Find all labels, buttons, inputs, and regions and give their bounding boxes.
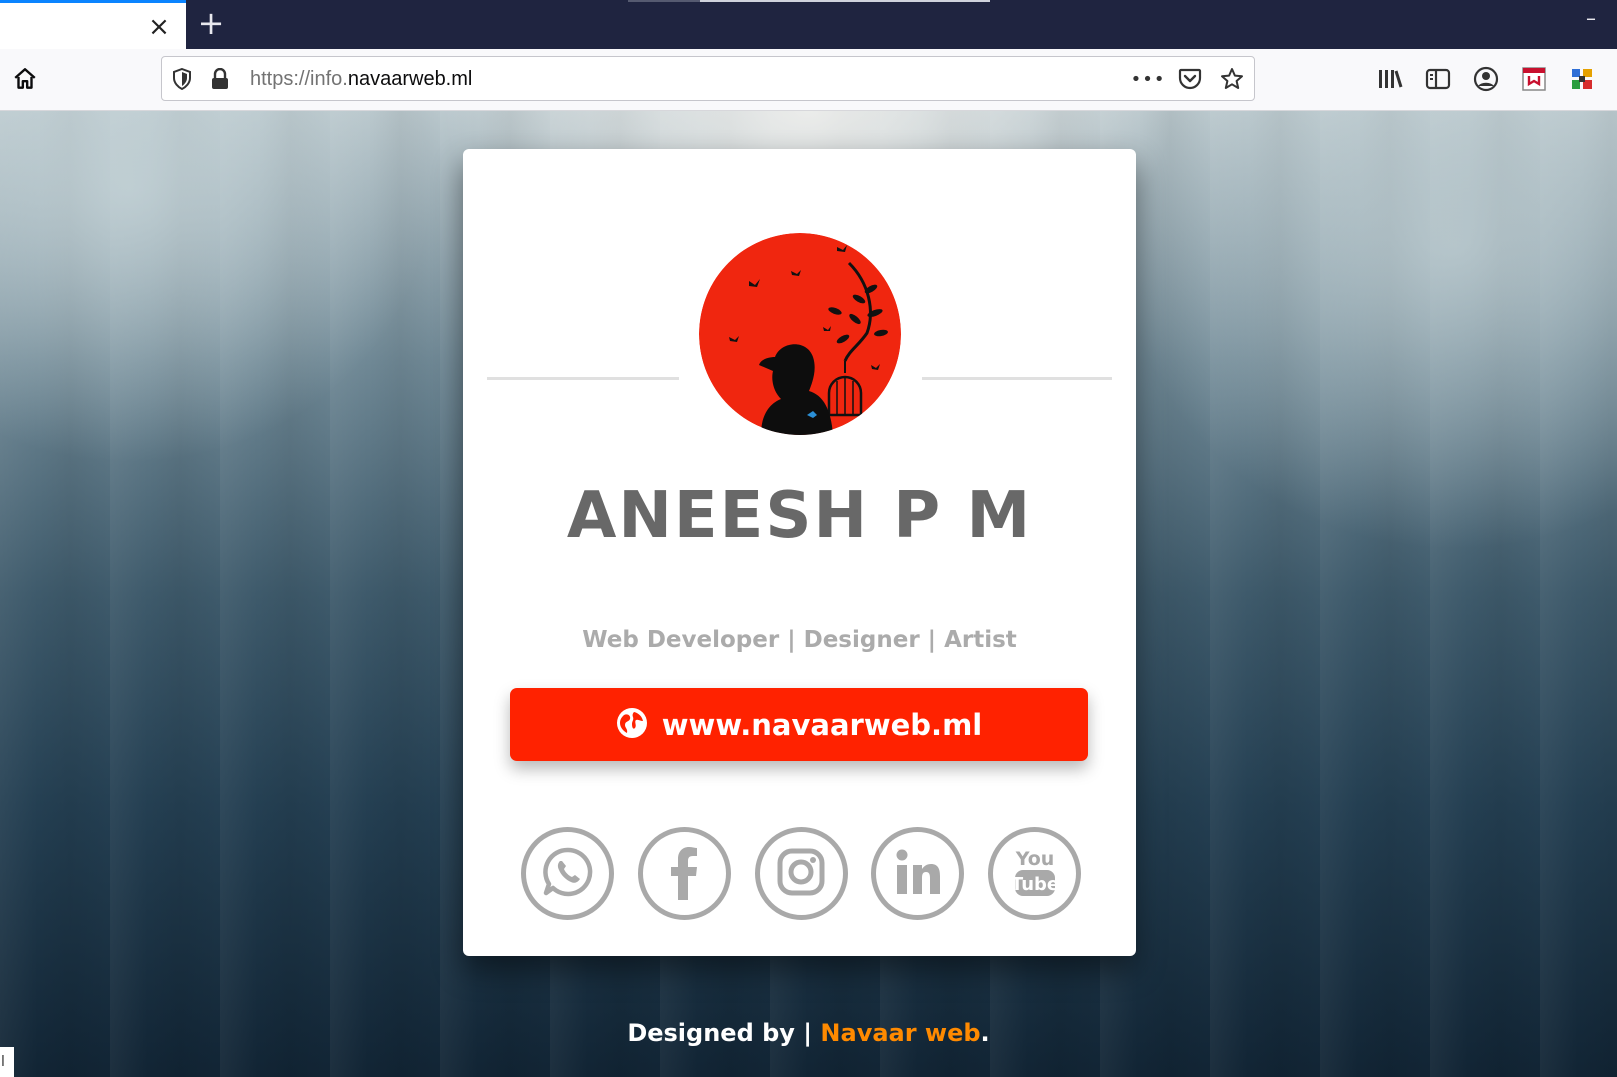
home-icon[interactable] — [9, 63, 41, 95]
corner-tag: l — [0, 1047, 14, 1077]
linkedin-icon — [892, 846, 944, 902]
page-actions-icon[interactable]: ••• — [1131, 63, 1165, 95]
star-icon[interactable] — [1216, 63, 1248, 95]
url-host: navaarweb.ml — [347, 68, 473, 90]
shield-icon[interactable] — [166, 63, 198, 95]
youtube-link[interactable]: You Tube — [988, 827, 1081, 920]
extension-icon[interactable] — [1518, 63, 1550, 95]
tab-bar: × + – — [0, 0, 1617, 49]
profile-name: ANEESH P M — [566, 479, 1033, 553]
tab-indicator — [628, 0, 700, 2]
footer-prefix: Designed by | — [627, 1019, 821, 1047]
url-text[interactable]: https://info.navaarweb.ml — [250, 68, 472, 91]
profile-subtitle: Web Developer | Designer | Artist — [582, 627, 1017, 653]
close-tab-button[interactable]: × — [146, 14, 172, 41]
account-icon[interactable] — [1470, 63, 1502, 95]
pocket-icon[interactable] — [1174, 63, 1206, 95]
globe-icon — [616, 707, 648, 743]
new-tab-button[interactable]: + — [196, 7, 226, 39]
facebook-icon — [658, 844, 710, 904]
footer-suffix: . — [980, 1019, 990, 1047]
footer-brand-link[interactable]: Navaar web — [820, 1019, 980, 1047]
social-links: You Tube — [521, 827, 1081, 921]
active-tab[interactable]: × — [0, 0, 186, 49]
minimize-button[interactable]: – — [1579, 6, 1603, 30]
instagram-link[interactable] — [754, 827, 848, 920]
url-bar[interactable]: https://info.navaarweb.ml ••• — [161, 56, 1255, 101]
divider-line — [922, 377, 1112, 380]
svg-text:You: You — [1014, 848, 1054, 870]
url-scheme: https://info. — [250, 68, 348, 90]
navigation-toolbar: https://info.navaarweb.ml ••• — [0, 49, 1617, 111]
footer-credit: Designed by | Navaar web. — [0, 1019, 1617, 1047]
lock-icon[interactable] — [204, 63, 236, 95]
svg-text:Tube: Tube — [1010, 874, 1058, 895]
whatsapp-icon — [542, 846, 594, 902]
website-button-label: www.navaarweb.ml — [661, 707, 983, 742]
youtube-icon: You Tube — [1009, 843, 1061, 905]
library-icon[interactable] — [1374, 63, 1406, 95]
profile-card: ANEESH P M Web Developer | Designer | Ar… — [463, 149, 1136, 956]
instagram-icon — [775, 846, 827, 902]
linkedin-link[interactable] — [871, 827, 965, 920]
website-button[interactable]: www.navaarweb.ml — [510, 688, 1088, 761]
extension-icon[interactable] — [1566, 63, 1598, 95]
whatsapp-link[interactable] — [521, 827, 614, 920]
tab-indicator — [700, 0, 990, 2]
facebook-link[interactable] — [637, 827, 731, 920]
divider-line — [487, 377, 679, 380]
page-background: ANEESH P M Web Developer | Designer | Ar… — [0, 111, 1617, 1077]
avatar — [699, 233, 901, 435]
sidebar-icon[interactable] — [1422, 63, 1454, 95]
